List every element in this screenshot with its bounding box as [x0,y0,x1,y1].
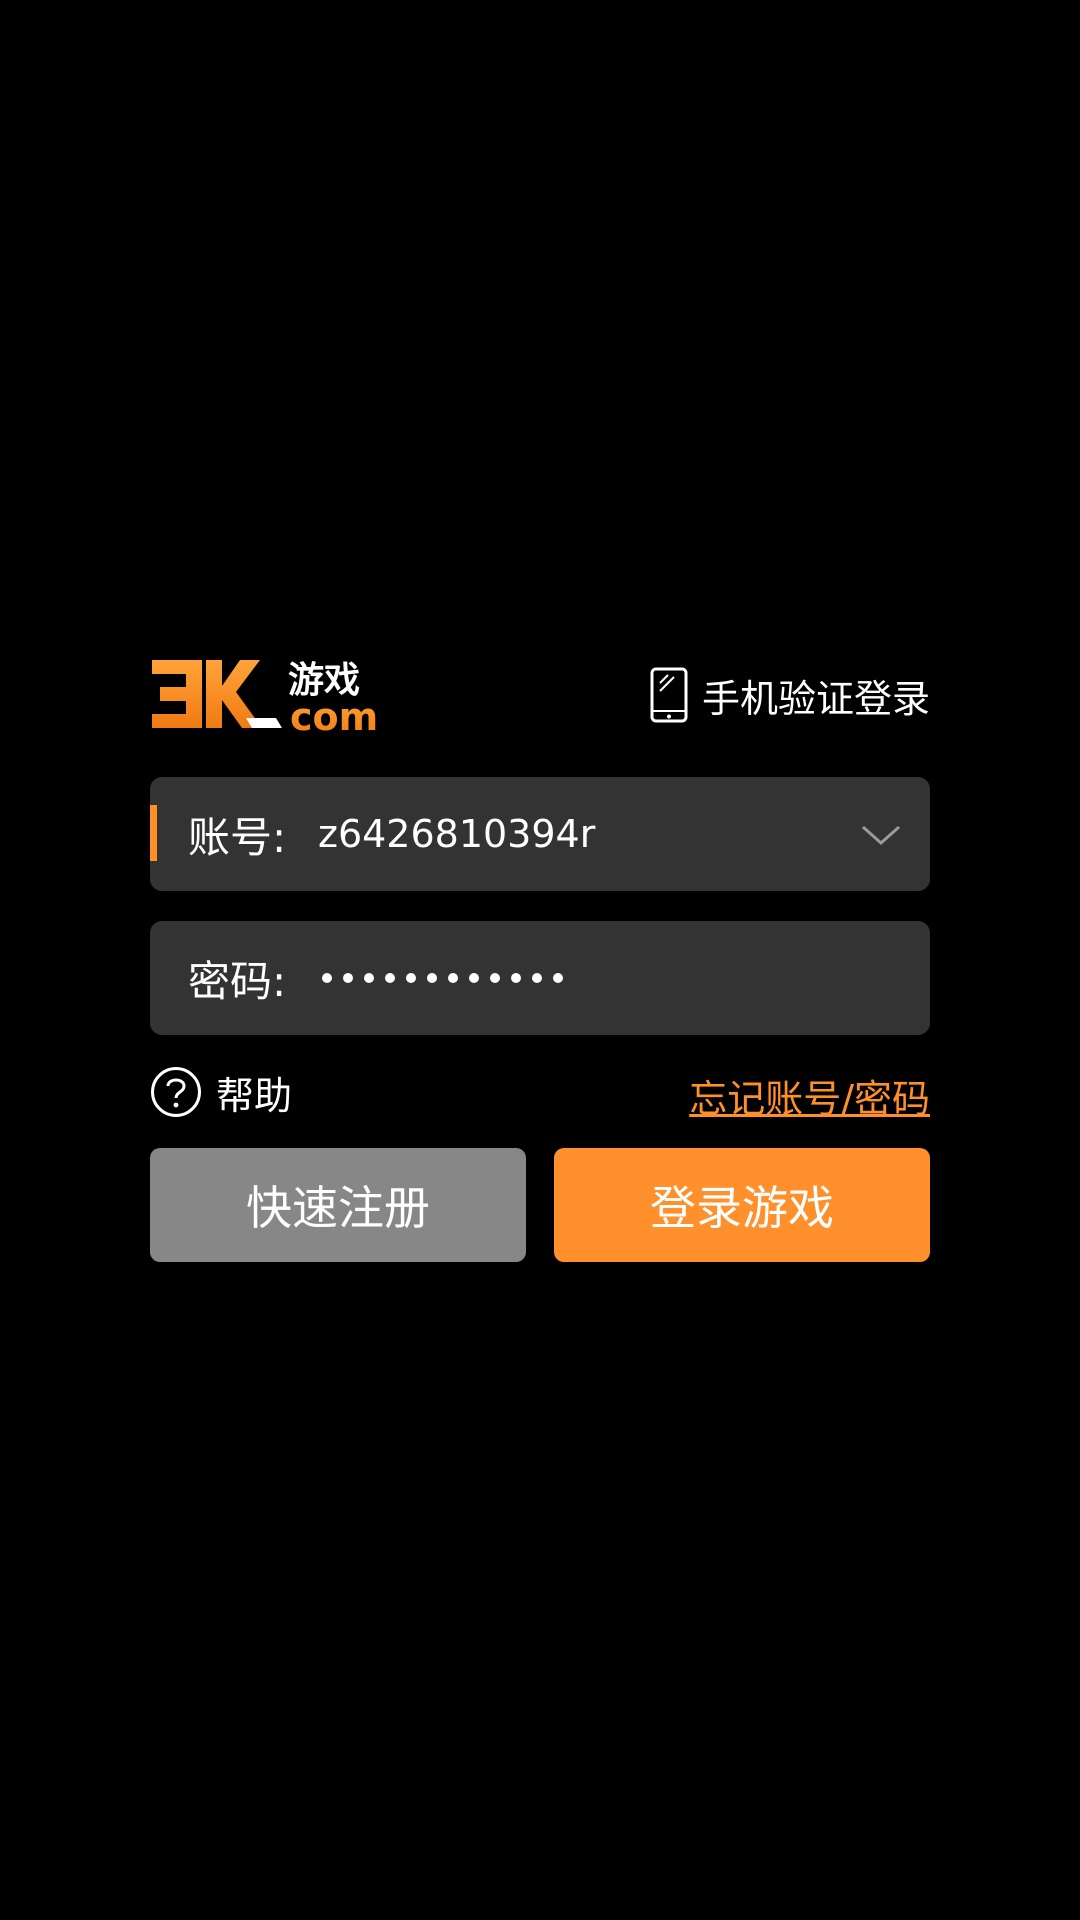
password-field[interactable]: 密码: [150,921,930,1035]
password-input[interactable] [322,973,563,983]
login-game-button[interactable]: 登录游戏 [554,1148,930,1262]
password-mask-dot [490,973,500,983]
account-label: 账号: [188,812,287,862]
password-mask-dot [406,973,416,983]
password-mask-dot [511,973,521,983]
login-panel: 游戏 com 手机验证登录 账号: z6426810394r 密码: 帮助 忘记… [150,650,930,1270]
phone-login-link[interactable]: 手机验证登录 [650,666,930,724]
phone-icon [650,667,688,723]
password-mask-dot [469,973,479,983]
password-mask-dot [322,973,332,983]
password-mask-dot [448,973,458,983]
phone-login-label: 手机验证登录 [701,676,930,721]
focus-accent-bar [150,805,157,861]
password-mask-dot [427,973,437,983]
account-input[interactable]: z6426810394r [318,812,595,856]
password-mask-dot [532,973,542,983]
svg-text:com: com [290,695,378,736]
question-circle-icon [151,1067,201,1117]
forgot-account-password-link[interactable]: 忘记账号/密码 [689,1068,930,1123]
password-mask-dot [364,973,374,983]
password-mask-dot [553,973,563,983]
chevron-down-icon[interactable] [860,815,902,853]
account-field[interactable]: 账号: z6426810394r [150,777,930,891]
quick-register-button[interactable]: 快速注册 [150,1148,526,1262]
help-link[interactable]: 帮助 [150,1064,292,1120]
password-mask-dot [385,973,395,983]
password-mask-dot [343,973,353,983]
3k-logo: 游戏 com [152,660,378,736]
help-label: 帮助 [216,1073,293,1118]
password-label: 密码: [188,956,287,1006]
